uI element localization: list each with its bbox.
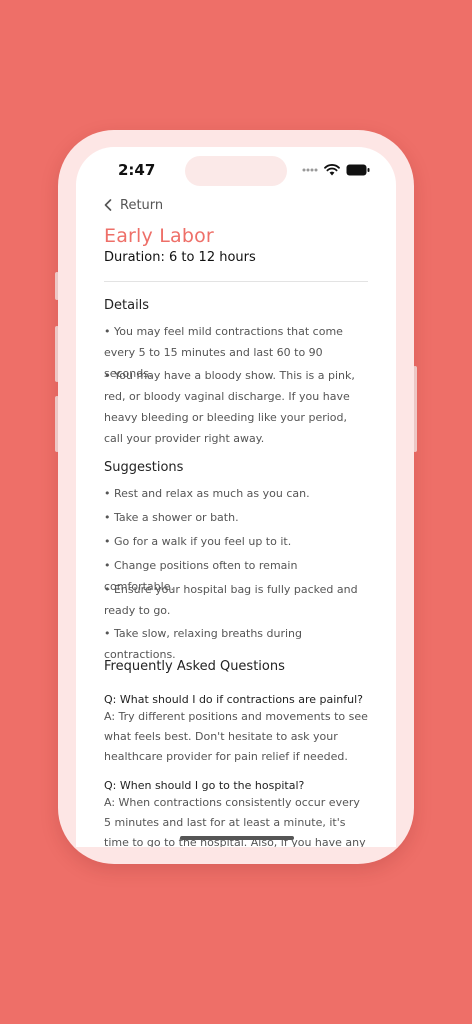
wifi-icon xyxy=(324,164,340,176)
duration-text: Duration: 6 to 12 hours xyxy=(104,250,256,265)
return-button[interactable]: Return xyxy=(104,195,163,215)
details-title: Details xyxy=(104,298,150,313)
suggestions-title: Suggestions xyxy=(104,460,184,475)
faq-question: Q: When should I go to the hospital? xyxy=(104,779,305,792)
status-icons xyxy=(302,163,370,177)
suggestion-item: • Rest and relax as much as you can. xyxy=(104,487,310,500)
suggestion-item: • Take a shower or bath. xyxy=(104,511,239,524)
status-time: 2:47 xyxy=(118,161,156,179)
suggestion-item: • Ensure your hospital bag is fully pack… xyxy=(104,583,358,617)
home-indicator xyxy=(180,836,294,840)
content-scroll[interactable]: Return Early Labor Duration: 6 to 12 hou… xyxy=(104,195,368,847)
dynamic-island xyxy=(185,156,287,186)
page-title: Early Labor xyxy=(104,225,214,247)
phone-screen: 2:47 Return Early Labor Duration: 6 to 1… xyxy=(76,147,396,847)
battery-icon xyxy=(346,164,370,176)
details-item: • You may have a bloody show. This is a … xyxy=(104,369,355,445)
chevron-left-icon xyxy=(104,199,112,211)
faq-title: Frequently Asked Questions xyxy=(104,659,285,674)
cellular-dots-icon xyxy=(302,168,318,172)
divider xyxy=(104,281,368,282)
return-label: Return xyxy=(120,197,164,213)
suggestion-item: • Go for a walk if you feel up to it. xyxy=(104,535,292,548)
faq-question: Q: What should I do if contractions are … xyxy=(104,693,364,706)
status-bar: 2:47 xyxy=(76,147,396,193)
faq-answer: A: Try different positions and movements… xyxy=(104,710,368,763)
